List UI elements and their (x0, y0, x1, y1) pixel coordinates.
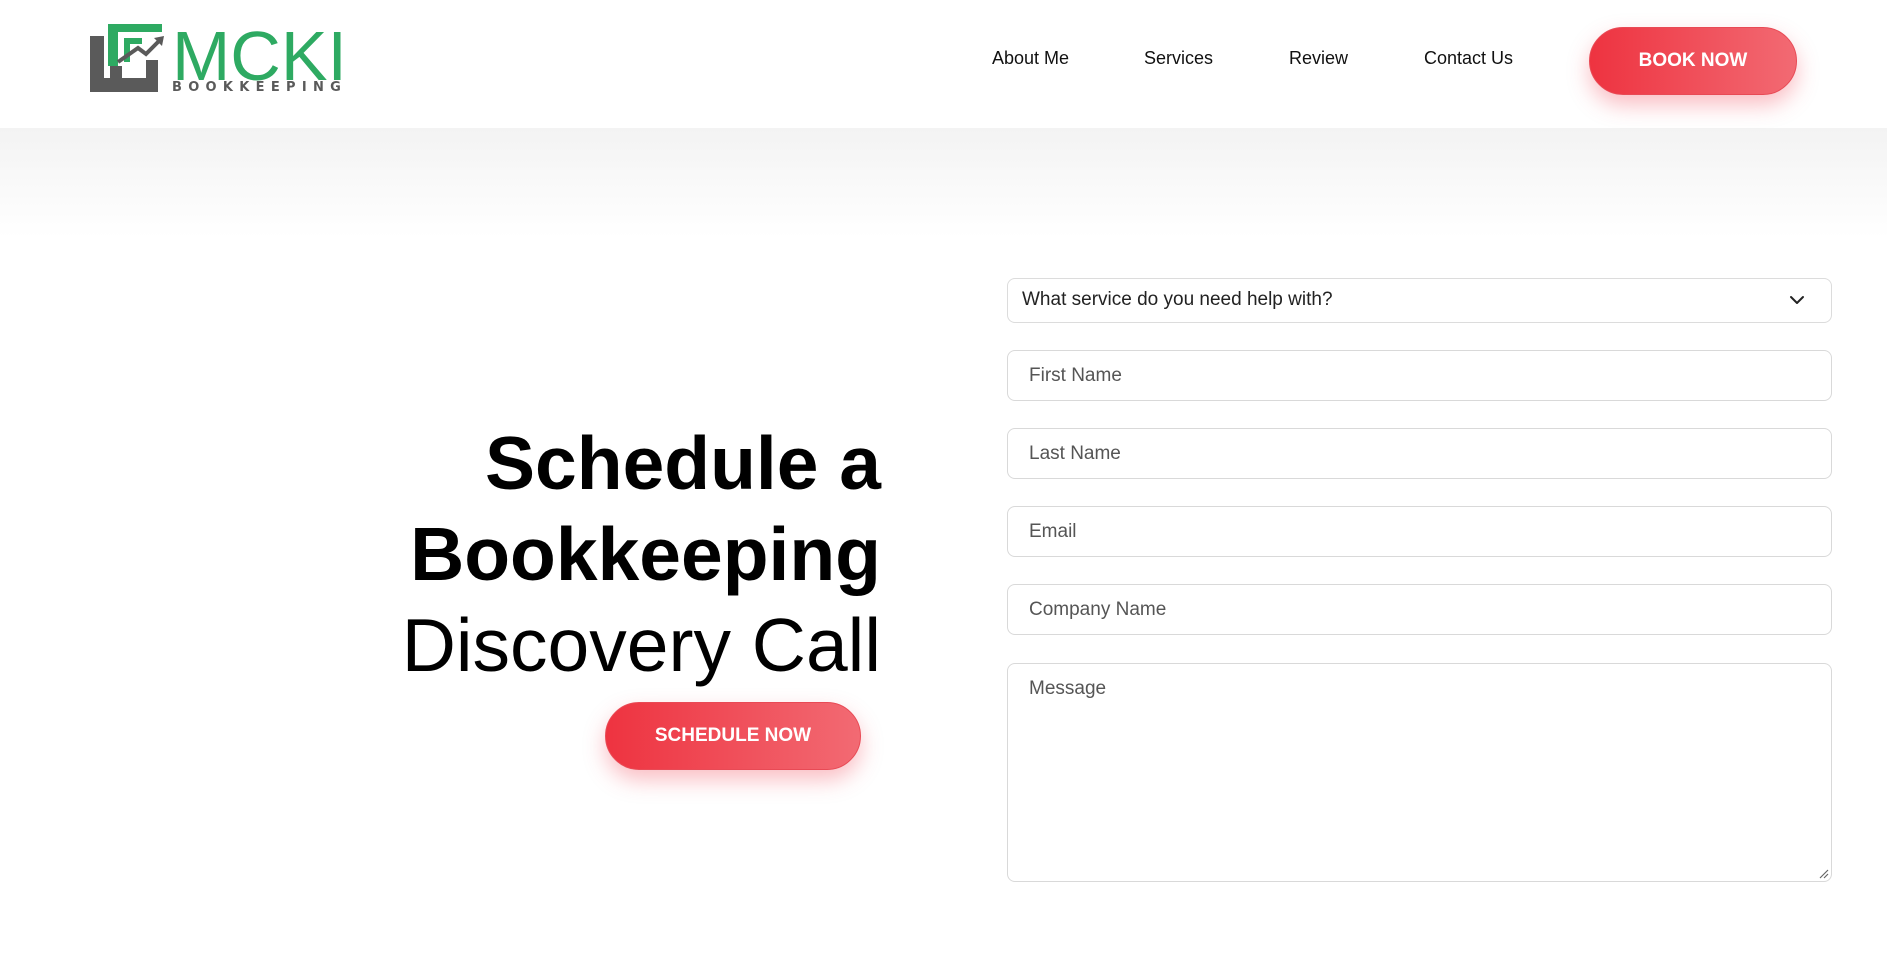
hero-line-1: Schedule a (485, 421, 881, 505)
logo-mark-icon (90, 24, 164, 92)
service-select[interactable]: What service do you need help with? (1007, 278, 1832, 323)
hero-heading: Schedule a Bookkeeping Discovery Call (402, 418, 881, 691)
site-header: MCKI BOOKKEEPING About Me Services Revie… (0, 0, 1887, 128)
company-name-placeholder: Company Name (1029, 599, 1167, 620)
nav-about-me[interactable]: About Me (992, 48, 1069, 69)
company-name-field[interactable]: Company Name (1007, 584, 1832, 635)
chevron-down-icon (1790, 296, 1804, 304)
message-placeholder: Message (1029, 678, 1107, 699)
brand-logo[interactable]: MCKI BOOKKEEPING (90, 18, 352, 96)
book-now-button[interactable]: BOOK NOW (1589, 27, 1797, 95)
nav-review[interactable]: Review (1289, 48, 1348, 69)
resize-handle-icon[interactable] (1817, 867, 1829, 879)
header-shadow (0, 128, 1887, 238)
nav-contact-us[interactable]: Contact Us (1424, 48, 1513, 69)
last-name-placeholder: Last Name (1029, 443, 1121, 464)
first-name-field[interactable]: First Name (1007, 350, 1832, 401)
first-name-placeholder: First Name (1029, 365, 1122, 386)
message-textarea[interactable]: Message (1007, 663, 1832, 882)
nav-services[interactable]: Services (1144, 48, 1213, 69)
hero-line-3: Discovery Call (401, 603, 881, 687)
hero-line-2: Bookkeeping (410, 512, 881, 596)
schedule-now-button[interactable]: SCHEDULE NOW (605, 702, 861, 770)
last-name-field[interactable]: Last Name (1007, 428, 1832, 479)
brand-tagline: BOOKKEEPING (172, 80, 348, 95)
email-placeholder: Email (1029, 521, 1077, 542)
email-field[interactable]: Email (1007, 506, 1832, 557)
service-select-value: What service do you need help with? (1022, 289, 1333, 310)
